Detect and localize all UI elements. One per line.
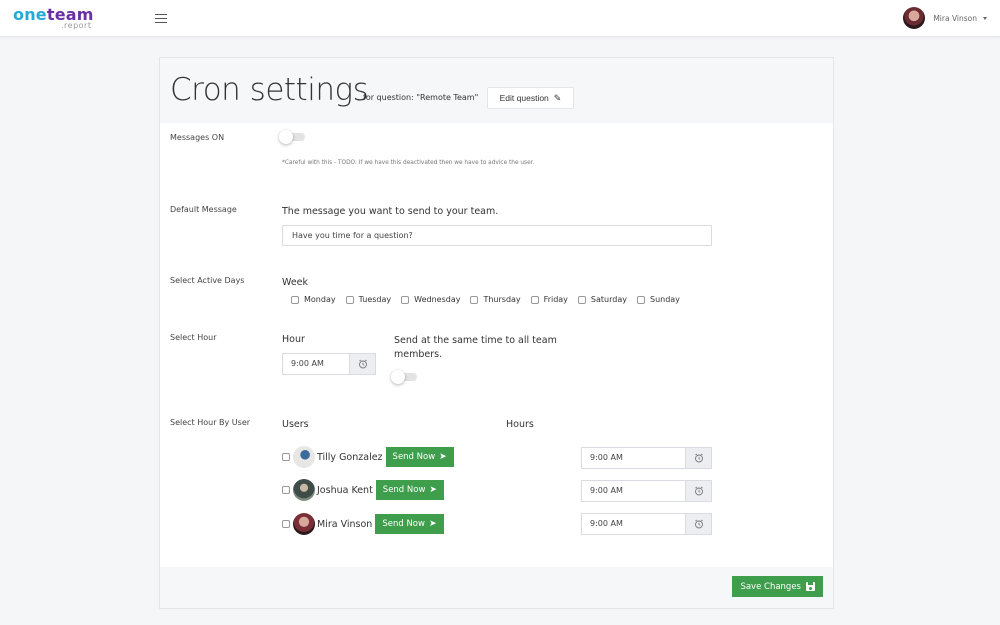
page-title: Cron settings (170, 72, 369, 108)
send-now-button[interactable]: Send Now ➤ (375, 480, 444, 500)
day-thursday[interactable]: Thursday (470, 295, 521, 304)
user-name: Tilly Gonzalez (317, 451, 383, 463)
same-time-label: Send at the same time to all team member… (394, 335, 557, 360)
pencil-icon: ✎ (553, 92, 562, 103)
oneteam-logo[interactable]: oneteam .report (13, 7, 94, 31)
day-sunday[interactable]: Sunday (636, 295, 680, 304)
sunday-checkbox[interactable] (636, 295, 645, 304)
messages-on-toggle[interactable] (279, 130, 307, 144)
cron-settings-card: Cron settings for question: "Remote Team… (159, 57, 834, 609)
page-subtitle: for question: "Remote Team" (363, 93, 479, 102)
default-message-description: The message you want to send to your tea… (282, 206, 499, 217)
caret-down-icon (983, 16, 987, 20)
thursday-checkbox[interactable] (470, 295, 479, 304)
user-name: Mira Vinson (317, 518, 373, 530)
send-now-button[interactable]: Send Now ➤ (375, 514, 444, 534)
edit-question-label: Edit question (499, 93, 549, 103)
alarm-clock-icon[interactable] (685, 514, 711, 534)
save-changes-button[interactable]: Save Changes (732, 576, 823, 597)
hour-input[interactable] (283, 354, 349, 374)
day-tuesday[interactable]: Tuesday (345, 295, 391, 304)
hour-label: Hour (282, 334, 305, 345)
hour-picker (282, 353, 376, 375)
send-now-button[interactable]: Send Now ➤ (385, 447, 454, 467)
edit-question-button[interactable]: Edit question ✎ (487, 87, 574, 109)
user-hour-picker (581, 447, 712, 469)
alarm-clock-icon[interactable] (685, 481, 711, 501)
day-wednesday[interactable]: Wednesday (401, 295, 460, 304)
hour-by-user-label: Select Hour By User (170, 418, 251, 427)
messages-on-label: Messages ON (170, 133, 225, 142)
default-message-input[interactable] (282, 225, 712, 246)
alarm-clock-icon[interactable] (349, 354, 375, 374)
friday-checkbox[interactable] (530, 295, 539, 304)
user-checkbox[interactable] (282, 520, 290, 528)
user-hour-input[interactable] (582, 481, 685, 501)
user-menu[interactable]: Mira Vinson (903, 7, 987, 29)
user-name: Mira Vinson (933, 13, 977, 23)
user-hour-picker (581, 513, 712, 535)
days-checkbox-group: Monday Tuesday Wednesday Thursday Friday… (291, 295, 690, 304)
user-checkbox[interactable] (282, 453, 290, 461)
wednesday-checkbox[interactable] (401, 295, 410, 304)
user-row: Joshua Kent Send Now ➤ (282, 479, 444, 501)
user-name: Joshua Kent (317, 484, 373, 496)
same-time-toggle[interactable] (391, 370, 419, 384)
top-navbar: oneteam .report Mira Vinson (0, 0, 1000, 37)
hours-header: Hours (506, 419, 534, 430)
paper-plane-icon: ➤ (439, 452, 447, 462)
paper-plane-icon: ➤ (429, 485, 437, 495)
day-saturday[interactable]: Saturday (577, 295, 627, 304)
week-label: Week (282, 277, 309, 288)
floppy-disk-icon (806, 582, 815, 591)
user-hour-picker (581, 480, 712, 502)
hamburger-icon[interactable] (155, 11, 167, 25)
saturday-checkbox[interactable] (577, 295, 586, 304)
paper-plane-icon: ➤ (428, 519, 437, 529)
user-checkbox[interactable] (282, 486, 290, 494)
day-monday[interactable]: Monday (291, 295, 336, 304)
messages-on-hint: *Careful with this - TODO: If we have th… (282, 160, 535, 166)
user-hour-input[interactable] (582, 514, 685, 534)
avatar (293, 479, 315, 501)
card-header: Cron settings for question: "Remote Team… (160, 58, 833, 123)
tuesday-checkbox[interactable] (345, 295, 354, 304)
monday-checkbox[interactable] (291, 295, 299, 304)
user-row: Mira Vinson Send Now ➤ (282, 513, 444, 535)
day-friday[interactable]: Friday (530, 295, 568, 304)
avatar (293, 446, 315, 468)
users-header: Users (282, 419, 309, 430)
card-footer: Save Changes (160, 567, 833, 608)
user-hour-input[interactable] (582, 448, 685, 468)
select-hour-label: Select Hour (170, 333, 217, 342)
logo-subtitle: .report (61, 21, 92, 30)
avatar (903, 7, 926, 29)
avatar (293, 513, 315, 535)
default-message-label: Default Message (170, 205, 237, 214)
active-days-label: Select Active Days (170, 276, 245, 285)
alarm-clock-icon[interactable] (685, 448, 711, 468)
user-row: Tilly Gonzalez Send Now ➤ (282, 446, 454, 468)
